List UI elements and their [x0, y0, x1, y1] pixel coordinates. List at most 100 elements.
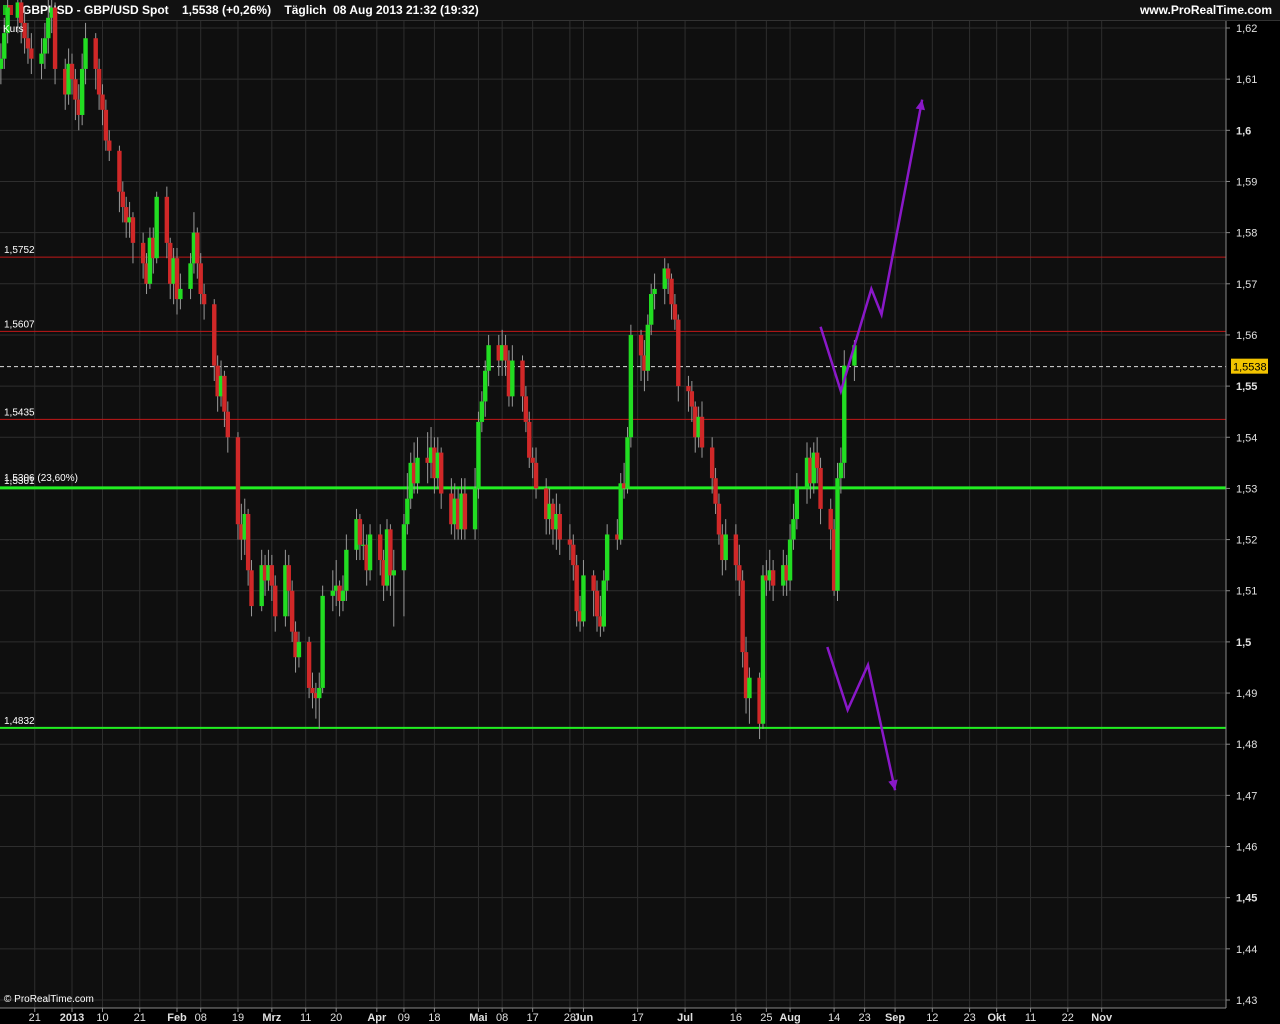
candle-body	[357, 519, 363, 545]
y-tick-label: 1,58	[1236, 228, 1257, 240]
y-tick-label: 1,53	[1236, 483, 1257, 495]
candle-body	[594, 590, 600, 617]
candle-body	[604, 534, 610, 581]
candle-body	[652, 288, 657, 295]
candle-body	[723, 534, 728, 561]
price-chart[interactable]: 1,57521,56071,54351,53011,5306 (23,60%)1…	[0, 0, 1280, 1024]
candle-body	[713, 478, 718, 504]
y-axis: 1,62 1,61 1,6 1,59 1,58 1,57 1,56 1,55 1,54 1,53 1…	[1225, 21, 1280, 1008]
x-tick-label: 23	[858, 1012, 870, 1024]
y-tick-label: 1,6	[1236, 125, 1251, 137]
candle-body	[625, 437, 630, 489]
candle-body	[828, 508, 833, 530]
y-tick-label: 1,48	[1236, 739, 1257, 751]
x-tick-label: 09	[398, 1012, 410, 1024]
candle-body	[2, 33, 7, 59]
x-tick-label: Aug	[779, 1012, 800, 1024]
candle-body	[286, 565, 291, 591]
candle	[154, 191, 159, 264]
candle-body	[794, 488, 800, 520]
candle-body	[405, 498, 410, 525]
x-tick-label: Nov	[1091, 1012, 1113, 1024]
candle-body	[591, 575, 596, 591]
candle-body	[310, 687, 315, 694]
candle-body	[195, 232, 200, 264]
candle-body	[665, 268, 671, 279]
candle	[835, 462, 840, 601]
candle-body	[503, 345, 508, 361]
candle-body	[245, 514, 251, 571]
candle-body	[39, 53, 44, 64]
level-label: 1,5607	[4, 319, 35, 330]
candle-body	[686, 386, 691, 392]
candle	[760, 565, 766, 729]
candle-body	[510, 360, 515, 397]
candle-body	[557, 514, 562, 540]
x-tick-label: 2013	[60, 1012, 84, 1024]
candle-body	[96, 68, 102, 95]
candle-body	[699, 416, 705, 448]
candle-body	[18, 2, 24, 23]
candle-body	[740, 580, 745, 653]
candle-body	[306, 641, 312, 688]
candle-body	[747, 677, 752, 699]
candle-body	[574, 565, 579, 612]
candle-body	[83, 38, 88, 69]
y-tick-label: 1,45	[1236, 893, 1257, 905]
candle-body	[201, 294, 207, 305]
y-tick-label: 1,52	[1236, 535, 1257, 547]
candle-body	[567, 539, 573, 545]
y-tick-label: 1,5	[1236, 637, 1251, 649]
candle-body	[198, 263, 203, 295]
candle-body	[378, 534, 383, 561]
x-tick-label: Sep	[885, 1012, 905, 1024]
candle-body	[770, 570, 776, 586]
candle-body	[117, 150, 122, 192]
y-tick-label: 1,61	[1236, 74, 1257, 86]
level-label: 1,5752	[4, 245, 35, 256]
candle-body	[676, 319, 681, 387]
x-tick-label: 22	[1062, 1012, 1074, 1024]
candle-body	[791, 519, 796, 540]
candle-body	[29, 48, 34, 59]
x-tick-label: 19	[232, 1012, 244, 1024]
candle-body	[476, 421, 481, 489]
candle-body	[93, 38, 98, 69]
x-tick-label: 11	[1025, 1012, 1036, 1024]
candle-body	[438, 452, 444, 494]
x-tick-label: 21	[134, 1012, 146, 1024]
candle-body	[628, 334, 634, 438]
candle-body	[581, 575, 586, 622]
candle-body	[46, 17, 51, 39]
x-tick-label: 08	[496, 1012, 508, 1024]
candle-body	[107, 140, 112, 151]
candle-body	[818, 467, 823, 509]
candle-body	[645, 324, 651, 371]
candle-body	[391, 570, 396, 576]
x-tick-label: 18	[428, 1012, 440, 1024]
candle-body	[571, 544, 576, 566]
x-tick-label: 23	[963, 1012, 975, 1024]
candle-body	[188, 263, 193, 289]
candle-body	[269, 565, 275, 586]
candle	[628, 324, 634, 448]
candle-body	[520, 360, 525, 397]
candle-body	[716, 503, 722, 535]
y-tick-label: 1,44	[1236, 944, 1257, 956]
candle-body	[672, 304, 678, 320]
candle-body	[787, 539, 793, 581]
candle-body	[618, 483, 623, 540]
y-tick-label: 1,55	[1236, 381, 1257, 393]
x-tick-label: Mai	[469, 1012, 487, 1024]
candle-body	[289, 590, 295, 632]
x-tick-label: 11	[300, 1012, 311, 1024]
candle-body	[130, 217, 136, 243]
candle-body	[73, 79, 78, 100]
candle-body	[69, 63, 75, 80]
candle-body	[212, 304, 217, 366]
candle-body	[225, 411, 231, 438]
candle-body	[401, 524, 407, 571]
candle-body	[527, 421, 532, 458]
candle-body	[388, 529, 393, 576]
x-tick-label: 25	[760, 1012, 772, 1024]
